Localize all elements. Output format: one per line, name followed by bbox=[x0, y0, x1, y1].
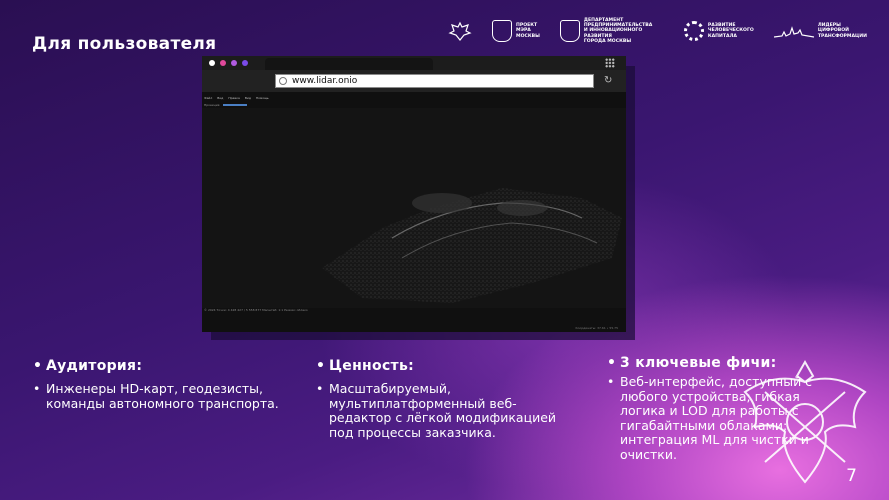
window-dot-minimize[interactable] bbox=[220, 60, 226, 66]
digital-leaders-logo: ЛИДЕРЫ ЦИФРОВОЙ ТРАНСФОРМАЦИИ bbox=[773, 23, 867, 39]
window-dot-extra[interactable] bbox=[242, 60, 248, 66]
browser-window: www.lidar.onio ↻ Файл Вид Правка Вид Пом… bbox=[202, 56, 626, 332]
eagle-emblem-logo bbox=[448, 21, 472, 41]
audience-body: • Инженеры HD-карт, геодезисты, команды а… bbox=[33, 381, 279, 411]
audience-column: • Аудитория: • Инженеры HD-карт, геодезист… bbox=[33, 358, 298, 411]
point-cloud-image bbox=[322, 188, 622, 316]
browser-urlbar: www.lidar.onio ↻ bbox=[202, 70, 626, 92]
dots-circle-icon bbox=[683, 21, 704, 41]
audience-heading: • Аудитория: bbox=[33, 358, 143, 374]
project-logo-text: ПРОЕКТ МЭРА МОСКВЫ bbox=[516, 23, 540, 39]
menu-item[interactable]: Правка bbox=[228, 96, 239, 100]
toolbar-label: Проекция bbox=[204, 103, 220, 107]
value-body: • Масштабируемый, мультиплатформенный веб… bbox=[316, 381, 557, 440]
value-heading: • Ценность: bbox=[316, 358, 415, 374]
value-column: • Ценность: • Масштабируемый, мультиплатфо… bbox=[316, 358, 566, 440]
address-input[interactable]: www.lidar.onio bbox=[275, 74, 594, 88]
toolbar-slider[interactable] bbox=[223, 104, 248, 106]
page-title: Для пользователя bbox=[32, 34, 217, 54]
browser-tab[interactable] bbox=[265, 58, 433, 70]
coat-of-arms-icon bbox=[559, 20, 580, 42]
features-body: • Веб-интерфейс, доступный с любого устро… bbox=[607, 374, 813, 462]
app-toolbar: Проекция bbox=[204, 103, 248, 107]
human-capital-logo: РАЗВИТИЕ ЧЕЛОВЕЧЕСКОГО КАПИТАЛА bbox=[683, 21, 754, 41]
point-cloud-viewport[interactable] bbox=[202, 108, 626, 316]
partner-logos: ПРОЕКТ МЭРА МОСКВЫ ДЕПАРТАМЕНТ ПРЕДПРИНИ… bbox=[448, 18, 867, 44]
department-logo: ДЕПАРТАМЕНТ ПРЕДПРИНИМАТЕЛЬСТВА И ИННОВА… bbox=[559, 18, 664, 44]
coat-of-arms-icon bbox=[492, 20, 512, 42]
eagle-icon bbox=[448, 21, 472, 41]
menu-item[interactable]: Вид bbox=[217, 96, 223, 100]
status-bar: © 2024 Точки: 4 428 427 / 5 558 877 Масш… bbox=[204, 308, 308, 312]
project-logo: ПРОЕКТ МЭРА МОСКВЫ bbox=[492, 20, 540, 42]
skyline-icon bbox=[773, 26, 814, 38]
menu-item[interactable]: Помощь bbox=[256, 96, 269, 100]
apps-grid-icon[interactable] bbox=[605, 58, 615, 68]
page-number: 7 bbox=[846, 466, 857, 486]
features-heading: • 3 ключевые фичи: bbox=[607, 355, 777, 371]
menu-item[interactable]: Файл bbox=[204, 96, 212, 100]
globe-icon bbox=[279, 77, 287, 85]
browser-tabbar bbox=[202, 56, 626, 70]
bottom-bar: Координаты: 37.61 • 55.75 bbox=[575, 326, 618, 330]
features-column: • 3 ключевые фичи: • Веб-интерфейс, доступ… bbox=[607, 355, 847, 462]
window-dot-close[interactable] bbox=[209, 60, 215, 66]
menu-item[interactable]: Вид bbox=[245, 96, 251, 100]
department-logo-text: ДЕПАРТАМЕНТ ПРЕДПРИНИМАТЕЛЬСТВА И ИННОВА… bbox=[583, 18, 653, 44]
digital-leaders-logo-text: ЛИДЕРЫ ЦИФРОВОЙ ТРАНСФОРМАЦИИ bbox=[817, 23, 867, 39]
reload-icon[interactable]: ↻ bbox=[604, 75, 616, 87]
human-capital-logo-text: РАЗВИТИЕ ЧЕЛОВЕЧЕСКОГО КАПИТАЛА bbox=[707, 23, 754, 39]
app-menu: Файл Вид Правка Вид Помощь bbox=[204, 96, 269, 100]
window-dot-maximize[interactable] bbox=[231, 60, 237, 66]
